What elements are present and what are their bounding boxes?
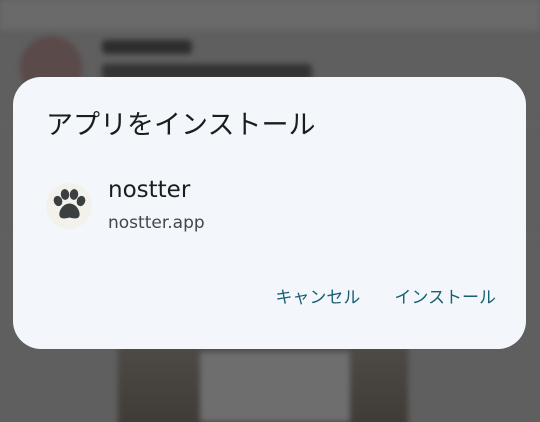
background-post-image-detail [200, 352, 350, 422]
dialog-actions: キャンセル インストール [275, 283, 496, 308]
app-info-row: nostter nostter.app [46, 177, 486, 237]
background-username [102, 40, 192, 54]
app-domain: nostter.app [108, 213, 205, 233]
screen: アプリをインストール nostter nostter.app キャンセル インス… [0, 0, 540, 422]
paw-icon [46, 183, 92, 229]
background-top-bar [0, 0, 540, 30]
cancel-button[interactable]: キャンセル [275, 283, 360, 308]
dialog-title: アプリをインストール [46, 110, 316, 141]
app-name: nostter [108, 177, 191, 203]
install-button[interactable]: インストール [394, 283, 496, 308]
install-app-dialog: アプリをインストール nostter nostter.app キャンセル インス… [13, 77, 526, 349]
